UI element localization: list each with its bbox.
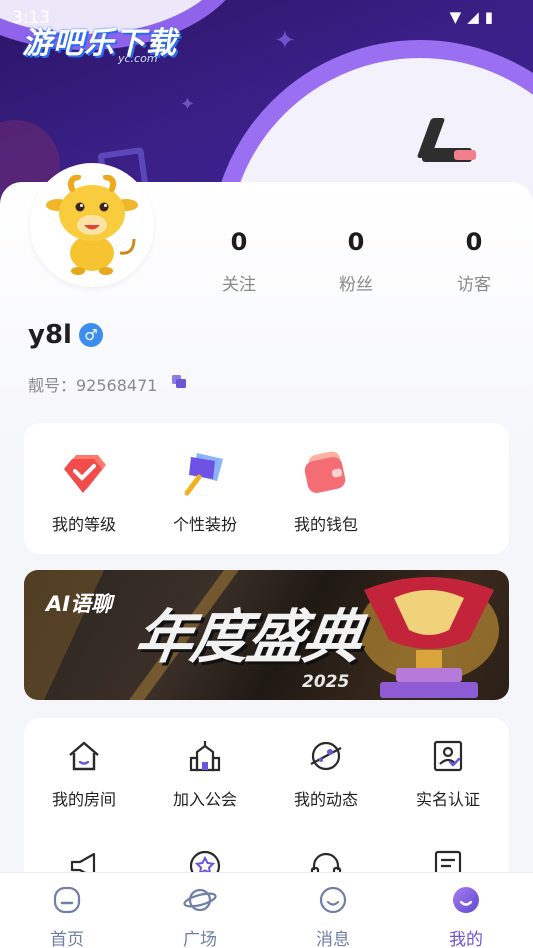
wifi-icon: ▼	[449, 8, 462, 26]
level-gem-icon	[64, 455, 106, 493]
stat-following[interactable]: 0 关注	[199, 228, 279, 295]
wallet-icon	[304, 451, 346, 493]
stat-visitors[interactable]: 0 访客	[434, 228, 514, 295]
cow-avatar-icon	[46, 175, 138, 275]
clock-hands-decoration	[416, 118, 476, 164]
grid-my-room[interactable]: 我的房间	[34, 738, 134, 810]
avatar[interactable]	[30, 163, 154, 287]
battery-icon: ▮	[484, 8, 493, 26]
stat-fans[interactable]: 0 粉丝	[316, 228, 396, 295]
watermark-domain: yc.com	[118, 52, 158, 65]
signal-icon: ◢	[467, 8, 479, 26]
banner-brand: AI语聊	[46, 592, 113, 616]
bottom-navigation: 首页 广场 消息 我的	[0, 872, 533, 948]
grid-my-posts[interactable]: 我的动态	[276, 738, 376, 810]
profile-icon	[453, 887, 479, 913]
nav-messages[interactable]: 消息	[293, 885, 373, 948]
gender-male-icon: ♂	[79, 323, 103, 347]
nav-square[interactable]: 广场	[160, 885, 240, 948]
quick-action-dress-up[interactable]: 个性装扮	[155, 447, 255, 535]
grid-join-guild[interactable]: 加入公会	[155, 738, 255, 810]
id-verify-icon	[433, 740, 463, 772]
dress-up-icon	[184, 453, 223, 496]
quick-action-wallet[interactable]: 我的钱包	[276, 447, 376, 535]
saturn-icon	[183, 888, 217, 912]
nav-mine[interactable]: 我的	[426, 885, 506, 948]
banner-headline: 年度盛典	[130, 603, 365, 671]
quick-actions-panel: 我的等级 个性装扮 我的钱包	[24, 423, 509, 554]
nav-home[interactable]: 首页	[27, 885, 107, 948]
home-icon	[53, 886, 81, 914]
house-icon	[69, 741, 99, 771]
banner-year: 2025	[302, 672, 350, 692]
message-icon	[319, 886, 347, 914]
annual-gala-banner[interactable]: AI语聊 年度盛典 2025	[24, 570, 509, 700]
grid-real-name-verify[interactable]: 实名认证	[398, 738, 498, 810]
copy-icon[interactable]	[172, 375, 186, 388]
guild-building-icon	[189, 741, 221, 772]
quick-action-my-level[interactable]: 我的等级	[34, 447, 134, 535]
user-id: 靓号：92568471	[28, 376, 158, 395]
planet-icon	[310, 741, 342, 771]
username: y8l	[28, 320, 72, 350]
